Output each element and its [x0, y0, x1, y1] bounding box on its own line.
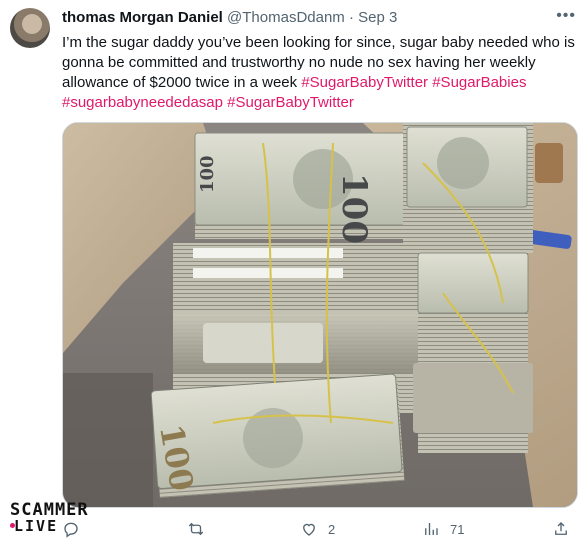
author-name[interactable]: thomas Morgan Daniel [62, 9, 223, 26]
hashtag-link[interactable]: #SugarBabyTwitter [301, 74, 428, 91]
like-count: 2 [328, 521, 336, 537]
views-icon [425, 523, 438, 535]
tweet-text: I’m the sugar daddy you’ve been looking … [62, 33, 577, 113]
like-button[interactable]: 2 [300, 518, 335, 540]
share-button[interactable] [552, 518, 570, 540]
hashtag-link[interactable]: #SugarBabyTwitter [227, 94, 354, 111]
tweet-card[interactable]: thomas Morgan Daniel @ThomasDdanm · Sep … [0, 0, 588, 545]
scammer-live-watermark: SCAMMER LIVE [10, 500, 120, 540]
meta-separator: · [348, 9, 354, 26]
ellipsis-icon[interactable]: ••• [556, 7, 576, 25]
share-icon [555, 522, 567, 535]
author-handle[interactable]: @ThomasDdanm [227, 9, 345, 26]
retweet-button[interactable] [187, 518, 205, 540]
hashtag-link[interactable]: #sugarbabyneededasap [62, 94, 223, 111]
avatar[interactable] [10, 8, 50, 48]
tweet-header: thomas Morgan Daniel @ThomasDdanm · Sep … [62, 7, 576, 29]
money-stacks-photo: 100 100 100 [63, 123, 577, 507]
svg-text:100: 100 [334, 173, 374, 244]
hashtag-link[interactable]: #SugarBabies [432, 74, 526, 91]
heart-icon [303, 523, 315, 536]
tweet-media[interactable]: 100 100 100 [62, 122, 578, 508]
tweet-date[interactable]: Sep 3 [358, 9, 397, 26]
tweet-actions: 2 71 [62, 518, 576, 540]
views-button[interactable]: 71 [422, 518, 464, 540]
views-count: 71 [450, 521, 465, 537]
svg-text:100: 100 [197, 155, 218, 193]
watermark-line-2: LIVE [14, 517, 59, 535]
retweet-icon [188, 522, 204, 536]
